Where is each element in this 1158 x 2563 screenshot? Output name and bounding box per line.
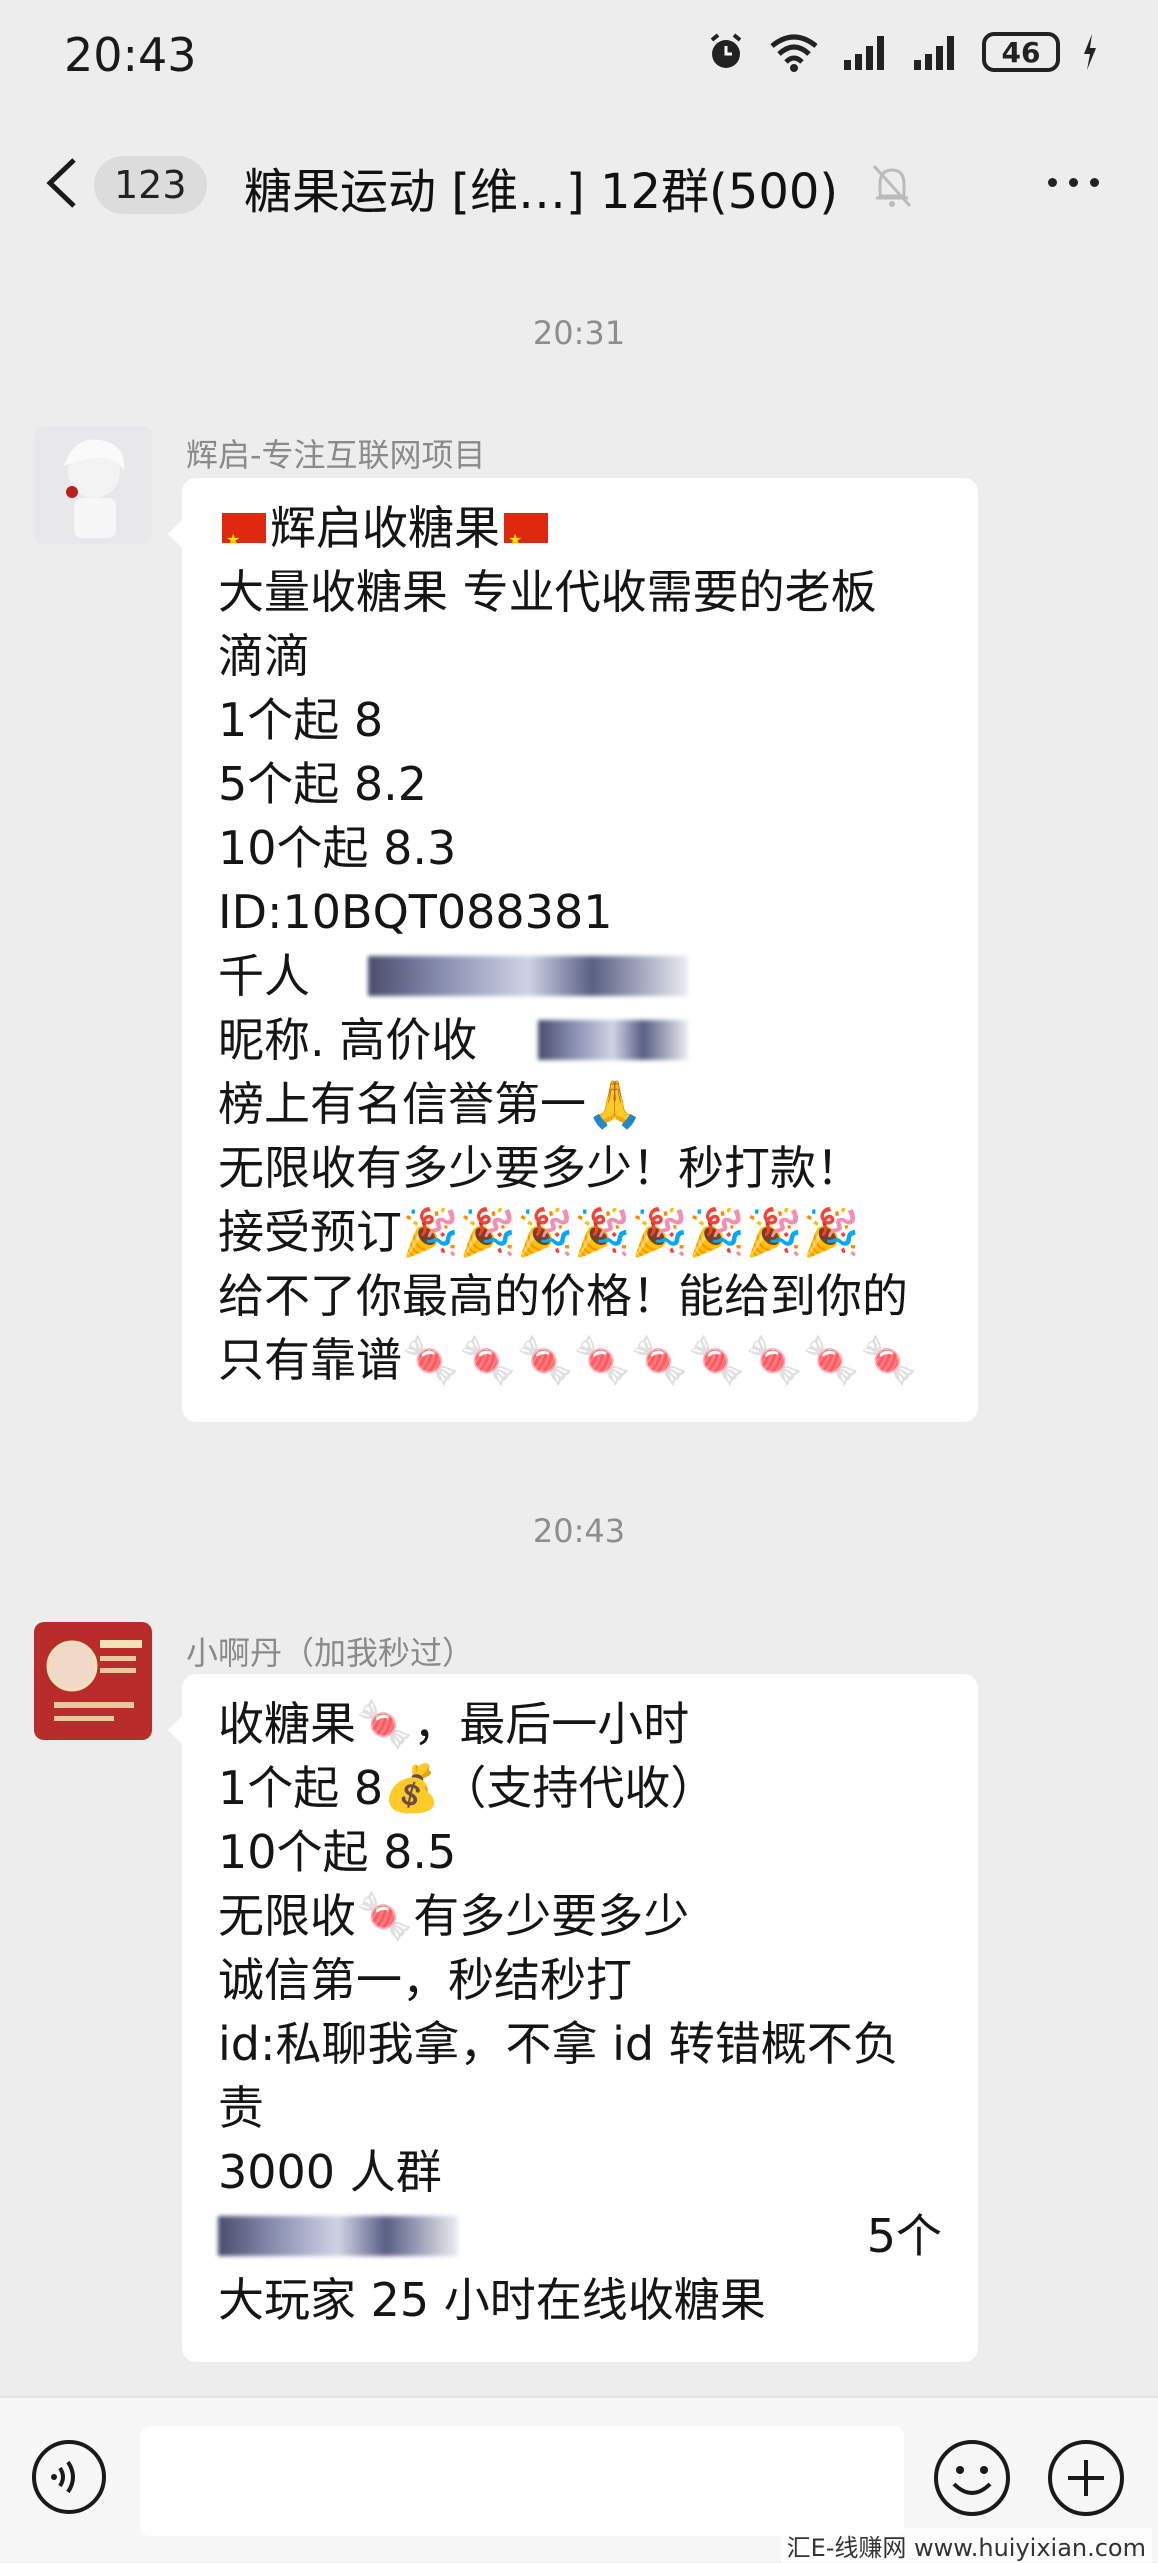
message-line: 无限收有多少要多少！秒打款！ — [218, 1141, 862, 1195]
message-timestamp: 20:43 — [532, 1512, 626, 1550]
message-bubble[interactable]: 收糖果🍬，最后一小时 1个起 8💰（支持代收） 10个起 8.5 无限收🍬有多少… — [168, 1674, 978, 2362]
voice-input-icon[interactable] — [30, 2438, 108, 2516]
emoji-icon[interactable] — [932, 2438, 1012, 2518]
avatar[interactable] — [34, 426, 152, 544]
message-line: 辉启收糖果 — [218, 496, 942, 572]
message-line: 昵称. 高价收 — [218, 1008, 942, 1072]
message-line: 责 — [218, 2081, 264, 2135]
china-flag-icon — [504, 508, 548, 572]
redacted-mosaic — [538, 1020, 688, 1060]
back-icon[interactable] — [40, 156, 84, 210]
china-flag-icon — [222, 508, 266, 572]
message-line: 无限收🍬有多少要多少 — [218, 1889, 690, 1943]
message-line: 大玩家 25 小时在线收糖果 — [218, 2273, 766, 2327]
mute-bell-icon — [872, 164, 912, 208]
site-watermark: 汇E-线赚网 www.huiyixian.com — [780, 2528, 1152, 2563]
message-line: 5个 — [218, 2204, 942, 2268]
signal-icon-1 — [844, 36, 884, 70]
chat-title: 糖果运动 [维…] 12群(500) — [244, 164, 839, 220]
alarm-icon — [710, 33, 742, 68]
sender-name: 小啊丹（加我秒过） — [186, 1634, 475, 1672]
charging-icon — [1084, 34, 1096, 70]
message-line: 千人 — [218, 944, 942, 1008]
redacted-mosaic — [218, 2216, 458, 2256]
chat-header: 123 糖果运动 [维…] 12群(500) — [0, 118, 1158, 248]
message-line: 给不了你最高的价格！能给到你的 — [218, 1269, 908, 1323]
message-line: 1个起 8 — [218, 693, 384, 747]
message-line: 10个起 8.5 — [218, 1825, 457, 1879]
status-icons: 46 — [706, 32, 1098, 72]
message-line: 只有靠谱🍬🍬🍬🍬🍬🍬🍬🍬🍬 — [218, 1333, 918, 1387]
message-line: 滴滴 — [218, 629, 310, 683]
message-line: 收糖果🍬，最后一小时 — [218, 1697, 690, 1751]
message-line: 3000 人群 — [218, 2145, 442, 2199]
sender-name: 辉启-专注互联网项目 — [186, 436, 486, 474]
message-line: 5个起 8.2 — [218, 757, 428, 811]
message-line: 接受预订🎉🎉🎉🎉🎉🎉🎉🎉 — [218, 1205, 861, 1259]
status-bar: 20:43 46 — [0, 0, 1158, 118]
message-line: 诚信第一，秒结秒打 — [218, 1953, 632, 2007]
more-functions-plus-icon[interactable] — [1046, 2438, 1126, 2518]
message-line: id:私聊我拿，不拿 id 转错概不负 — [218, 2017, 899, 2071]
message-timestamp: 20:31 — [532, 314, 626, 352]
praying-hands-icon: 🙏 — [586, 1077, 644, 1131]
avatar[interactable] — [34, 1622, 152, 1740]
unread-count-badge[interactable]: 123 — [94, 156, 207, 214]
more-options-icon[interactable] — [1048, 178, 1099, 187]
status-time: 20:43 — [64, 28, 197, 82]
signal-icon-2 — [914, 36, 954, 70]
message-line: 榜上有名信誉第一🙏 — [218, 1072, 942, 1136]
redacted-mosaic — [368, 956, 688, 996]
message-bubble[interactable]: 辉启收糖果 大量收糖果 专业代收需要的老板 滴滴 1个起 8 5个起 8.2 1… — [168, 478, 978, 1422]
message-line: 10个起 8.3 — [218, 821, 457, 875]
message-line: 大量收糖果 专业代收需要的老板 — [218, 565, 877, 619]
wifi-icon — [770, 34, 818, 72]
battery-indicator: 46 — [982, 32, 1060, 72]
message-line: ID:10BQT088381 — [218, 885, 613, 939]
message-line: 1个起 8💰（支持代收） — [218, 1761, 717, 1815]
message-input[interactable] — [140, 2426, 904, 2536]
